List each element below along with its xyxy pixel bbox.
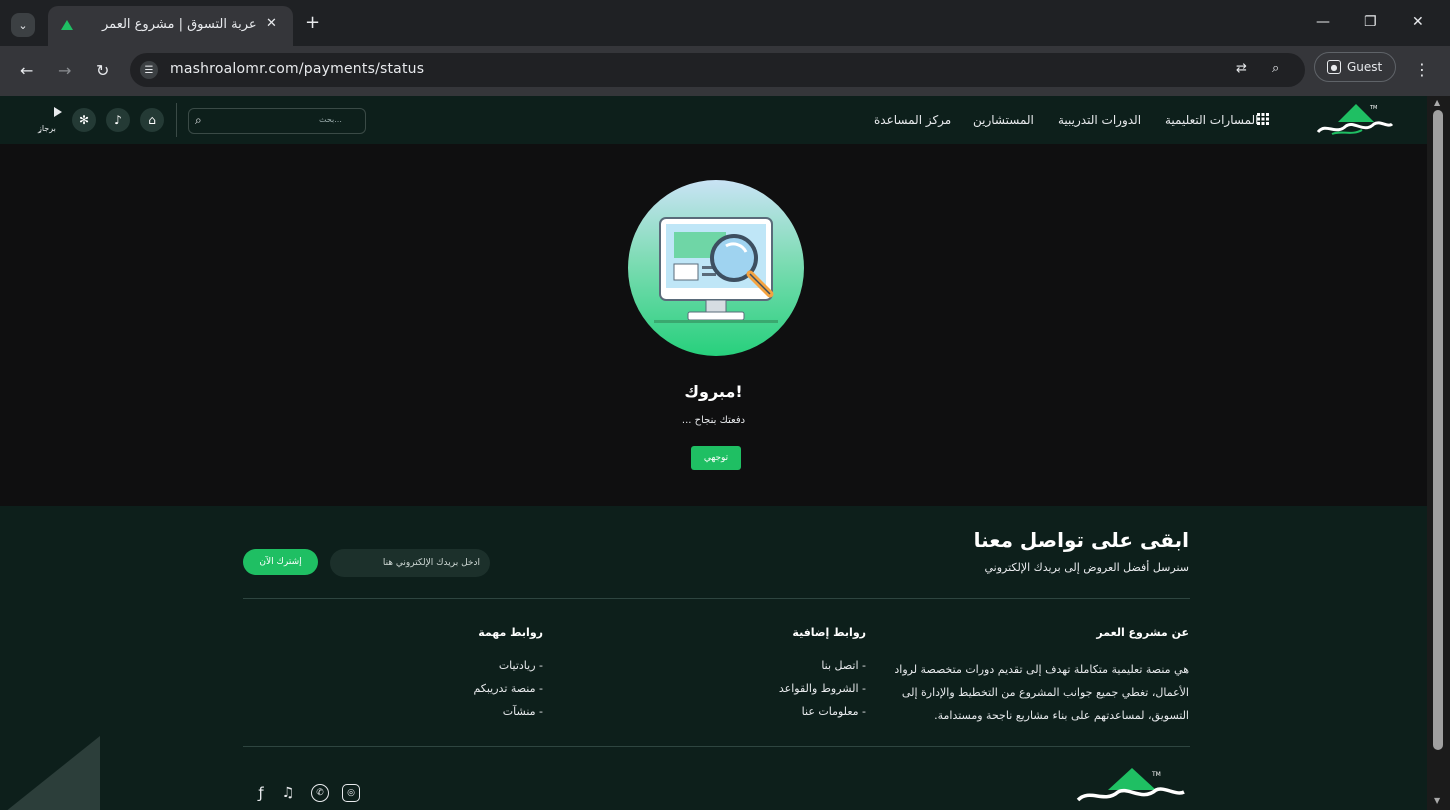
nav-consultants[interactable]: المستشارين: [973, 113, 1034, 127]
monitor-magnifier-icon: [654, 217, 778, 323]
congrats-heading: مبروك!: [684, 382, 743, 401]
profile-button[interactable]: ● Guest: [1314, 52, 1396, 82]
link-about-us[interactable]: - معلومات عنا: [802, 705, 866, 718]
link-terms[interactable]: - الشروط والقواعد: [779, 682, 866, 695]
tab-title: عربة التسوق | مشروع العمر: [102, 17, 257, 32]
notifications-button[interactable]: ♪: [106, 108, 130, 132]
link-riyadtiyat[interactable]: - ريادتيات: [499, 659, 543, 672]
svg-text:TM: TM: [1151, 771, 1161, 778]
site-info-icon[interactable]: ☰: [140, 61, 158, 79]
about-text: هي منصة تعليمية متكاملة تهدف إلى تقديم د…: [894, 663, 1189, 722]
reload-icon[interactable]: ↻: [96, 61, 109, 80]
go-button[interactable]: توجهي: [691, 446, 741, 470]
user-name: ٍبرجاز: [38, 124, 56, 133]
new-tab-icon[interactable]: +: [305, 12, 320, 33]
scroll-down-icon[interactable]: ▼: [1434, 796, 1440, 805]
footer-divider-bottom: [243, 746, 1190, 747]
basket-icon: ⌂: [148, 113, 156, 127]
web-page: TM المسارات التعليمية الدورات التدريبية …: [0, 96, 1427, 810]
extra-links-title: روابط إضافية: [792, 626, 866, 639]
success-illustration: [628, 180, 804, 356]
svg-text:TM: TM: [1369, 105, 1377, 111]
site-footer: ابقى على تواصل معنا سنرسل أفضل العروض إل…: [0, 506, 1427, 810]
gear-icon: ✻: [78, 113, 90, 127]
link-contact-us[interactable]: - اتصل بنا: [821, 659, 866, 672]
settings-button[interactable]: ✻: [72, 108, 96, 132]
header-divider: [176, 103, 177, 137]
search-icon[interactable]: ⌕: [195, 113, 202, 128]
search-placeholder: بحث...: [319, 115, 342, 124]
link-tadribkom[interactable]: - منصة تدريبكم: [473, 682, 543, 695]
close-window-icon[interactable]: ✕: [1412, 14, 1424, 30]
payment-status-section: مبروك! دفعتك بنجاح ... توجهي: [0, 144, 1427, 506]
search-input[interactable]: بحث... ⌕: [188, 108, 366, 134]
twitter-icon[interactable]: ♫: [279, 784, 297, 802]
email-field[interactable]: [330, 549, 490, 577]
nav-learning-paths[interactable]: المسارات التعليمية: [1165, 113, 1259, 127]
decorative-triangle: [0, 736, 100, 810]
browser-toolbar: ← → ↻ ☰ mashroalomr.com/payments/status …: [0, 46, 1450, 96]
facebook-icon[interactable]: ƒ: [252, 784, 270, 802]
footer-logo[interactable]: TM: [1072, 764, 1190, 808]
profile-icon: ●: [1327, 60, 1341, 74]
scroll-thumb[interactable]: [1433, 110, 1443, 750]
zoom-icon[interactable]: ⌕: [1272, 61, 1279, 76]
cart-button[interactable]: ⌂: [140, 108, 164, 132]
instagram-icon[interactable]: ◎: [342, 784, 360, 802]
bell-icon: ♪: [114, 113, 122, 127]
subscribe-button[interactable]: إشترك الآن: [243, 549, 318, 575]
site-header: TM المسارات التعليمية الدورات التدريبية …: [0, 96, 1427, 144]
important-links-title: روابط مهمة: [478, 626, 543, 639]
browser-tab[interactable]: عربة التسوق | مشروع العمر ✕: [48, 6, 293, 46]
back-icon[interactable]: ←: [20, 61, 33, 80]
footer-divider: [243, 598, 1190, 599]
nav-training-courses[interactable]: الدورات التدريبية: [1058, 113, 1141, 127]
user-avatar[interactable]: ٍبرجاز: [38, 106, 64, 136]
minimize-icon[interactable]: —: [1316, 14, 1330, 30]
link-monshaat[interactable]: - منشآت: [503, 705, 543, 718]
about-title: عن مشروع العمر: [1096, 626, 1189, 639]
browser-menu-icon[interactable]: ⋮: [1414, 60, 1430, 79]
restore-icon[interactable]: ❐: [1364, 14, 1377, 30]
forward-icon[interactable]: →: [58, 61, 71, 80]
tab-search-chevron-icon[interactable]: ⌄: [11, 13, 35, 37]
site-favicon-icon: [61, 20, 73, 30]
translate-icon[interactable]: ⇄: [1236, 61, 1247, 76]
scroll-up-icon[interactable]: ▲: [1434, 98, 1440, 107]
site-logo[interactable]: TM: [1312, 102, 1396, 140]
footer-subtitle: سنرسل أفضل العروض إلى بريدك الإلكتروني: [984, 561, 1189, 574]
footer-title: ابقى على تواصل معنا: [973, 528, 1189, 552]
profile-label: Guest: [1347, 60, 1383, 74]
payment-success-message: دفعتك بنجاح ...: [681, 415, 746, 426]
whatsapp-icon[interactable]: ✆: [311, 784, 329, 802]
browser-tab-strip: ⌄ عربة التسوق | مشروع العمر ✕ + — ❐ ✕: [0, 0, 1450, 46]
page-scrollbar[interactable]: ▲ ▼: [1427, 96, 1450, 810]
avatar-image-icon: [54, 107, 62, 117]
url-text[interactable]: mashroalomr.com/payments/status: [170, 61, 424, 77]
address-bar[interactable]: ☰ mashroalomr.com/payments/status ⇄ ⌕: [130, 53, 1305, 87]
nav-help-center[interactable]: مركز المساعدة: [874, 113, 951, 127]
tab-close-icon[interactable]: ✕: [266, 16, 277, 31]
